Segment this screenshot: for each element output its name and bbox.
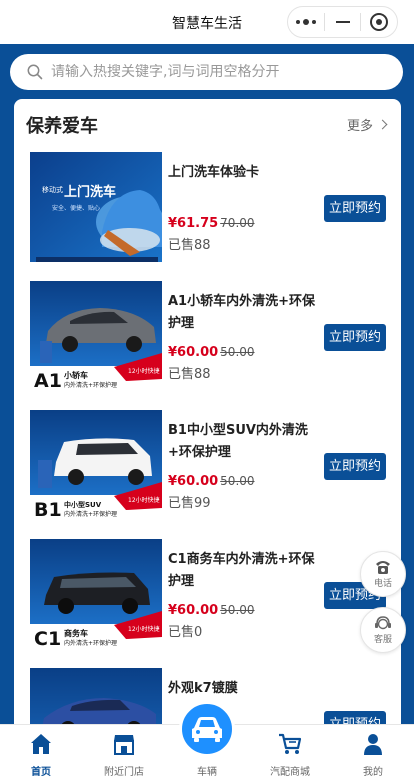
- sold-count: 已售88: [168, 367, 211, 382]
- tab-label: 汽配商城: [270, 767, 310, 778]
- product-name: A1小轿车内外清洗+环保护理: [168, 294, 315, 331]
- chevron-right-icon: [377, 119, 388, 130]
- product-price: ¥61.75 70.00: [168, 216, 255, 231]
- search-bar[interactable]: [10, 54, 403, 90]
- tab-label: 附近门店: [104, 767, 144, 778]
- product-name: C1商务车内外清洗+环保护理: [168, 552, 315, 589]
- book-now-button[interactable]: 立即预约: [324, 324, 386, 351]
- tab-label: 首页: [31, 767, 51, 778]
- search-icon: [27, 64, 43, 80]
- current-price: ¥61.75: [168, 216, 219, 231]
- svg-text:B1: B1: [34, 499, 62, 520]
- original-price: 50.00: [220, 345, 255, 359]
- product-item[interactable]: 移动式 上门洗车 安全、便捷、贴心 上门洗车体验卡 ¥61.75 70.00 已售…: [30, 152, 390, 262]
- close-button[interactable]: [361, 7, 397, 37]
- service-label: 客服: [373, 635, 392, 645]
- more-dots-icon: [295, 19, 316, 25]
- search-input[interactable]: [51, 64, 391, 80]
- mini-program-capsule: [287, 6, 398, 38]
- svg-text:12小时快捷: 12小时快捷: [128, 496, 160, 504]
- tab-home[interactable]: 首页: [6, 725, 76, 780]
- product-item[interactable]: 12小时快捷 A1 小轿车 内外清洗+环保护理 A1小轿车内外清洗+环保护理 ¥…: [30, 281, 390, 391]
- product-image-a1-sedan: 12小时快捷 A1 小轿车 内外清洗+环保护理: [30, 281, 162, 391]
- more-options-button[interactable]: [288, 7, 324, 37]
- svg-text:12小时快捷: 12小时快捷: [128, 367, 160, 375]
- section-title: 保养爱车: [26, 116, 98, 137]
- maintenance-section: 保养爱车 更多 移动式 上门洗车 安全、便捷、贴心 上门洗车体验卡 ¥61.75…: [14, 99, 401, 780]
- svg-text:中小型SUV: 中小型SUV: [64, 500, 102, 509]
- service-float-button[interactable]: 客服: [360, 607, 406, 653]
- svg-text:内外清洗+环保护理: 内外清洗+环保护理: [64, 510, 117, 518]
- product-price: ¥60.00 50.00: [168, 603, 255, 618]
- product-item[interactable]: 12小时快捷 B1 中小型SUV 内外清洗+环保护理 B1中小型SUV内外清洗+…: [30, 410, 390, 520]
- current-price: ¥60.00: [168, 345, 219, 360]
- svg-text:内外清洗+环保护理: 内外清洗+环保护理: [64, 639, 117, 647]
- tab-profile[interactable]: 我的: [338, 725, 408, 780]
- svg-text:12小时快捷: 12小时快捷: [128, 625, 160, 633]
- cart-icon: [279, 733, 302, 754]
- current-price: ¥60.00: [168, 474, 219, 489]
- phone-float-button[interactable]: 电话: [360, 551, 406, 597]
- tab-label: 我的: [363, 767, 383, 778]
- svg-text:内外清洗+环保护理: 内外清洗+环保护理: [64, 381, 117, 389]
- product-item[interactable]: 12小时快捷 C1 商务车 内外清洗+环保护理 C1商务车内外清洗+环保护理 ¥…: [30, 539, 390, 649]
- more-link[interactable]: 更多: [346, 115, 388, 134]
- product-price: ¥60.00 50.00: [168, 474, 255, 489]
- svg-text:上门洗车: 上门洗车: [64, 184, 116, 200]
- tab-nearby-stores[interactable]: 附近门店: [89, 725, 159, 780]
- tab-label: 车辆: [197, 767, 217, 778]
- product-name: B1中小型SUV内外清洗+环保护理: [168, 423, 308, 460]
- sold-count: 已售99: [168, 496, 211, 511]
- product-name: 上门洗车体验卡: [168, 165, 260, 180]
- book-now-button[interactable]: 立即预约: [324, 195, 386, 222]
- more-label: 更多: [346, 119, 373, 134]
- phone-label: 电话: [373, 579, 392, 589]
- sold-count: 已售88: [168, 238, 211, 253]
- book-now-button[interactable]: 立即预约: [324, 453, 386, 480]
- product-image-b1-suv: 12小时快捷 B1 中小型SUV 内外清洗+环保护理: [30, 410, 162, 520]
- svg-text:小轿车: 小轿车: [63, 370, 88, 380]
- svg-text:移动式: 移动式: [42, 185, 63, 194]
- svg-text:A1: A1: [34, 370, 62, 391]
- section-header: 保养爱车 更多: [26, 112, 388, 138]
- product-name: 外观k7镀膜: [168, 681, 238, 696]
- product-image-c1-mpv: 12小时快捷 C1 商务车 内外清洗+环保护理: [30, 539, 162, 649]
- minimize-icon: [335, 21, 350, 23]
- original-price: 50.00: [220, 603, 255, 617]
- product-price: ¥60.00 50.00: [168, 345, 255, 360]
- svg-text:安全、便捷、贴心: 安全、便捷、贴心: [52, 204, 100, 212]
- home-icon: [31, 734, 51, 754]
- navigation-bar: 智慧车生活: [0, 0, 414, 44]
- vehicle-center-button[interactable]: [179, 701, 235, 757]
- current-price: ¥60.00: [168, 603, 219, 618]
- phone-icon: [376, 561, 390, 574]
- sold-count: 已售0: [168, 625, 203, 640]
- svg-text:商务车: 商务车: [64, 628, 88, 638]
- minimize-button[interactable]: [325, 7, 361, 37]
- original-price: 50.00: [220, 474, 255, 488]
- customer-service-icon: [375, 616, 391, 630]
- product-image-car-wash: 移动式 上门洗车 安全、便捷、贴心: [30, 152, 162, 262]
- tab-parts-mall[interactable]: 汽配商城: [255, 725, 325, 780]
- user-icon: [364, 734, 382, 755]
- svg-text:C1: C1: [34, 628, 61, 649]
- close-target-icon: [370, 13, 389, 31]
- store-icon: [114, 735, 134, 755]
- original-price: 70.00: [220, 216, 255, 230]
- car-icon: [192, 717, 222, 742]
